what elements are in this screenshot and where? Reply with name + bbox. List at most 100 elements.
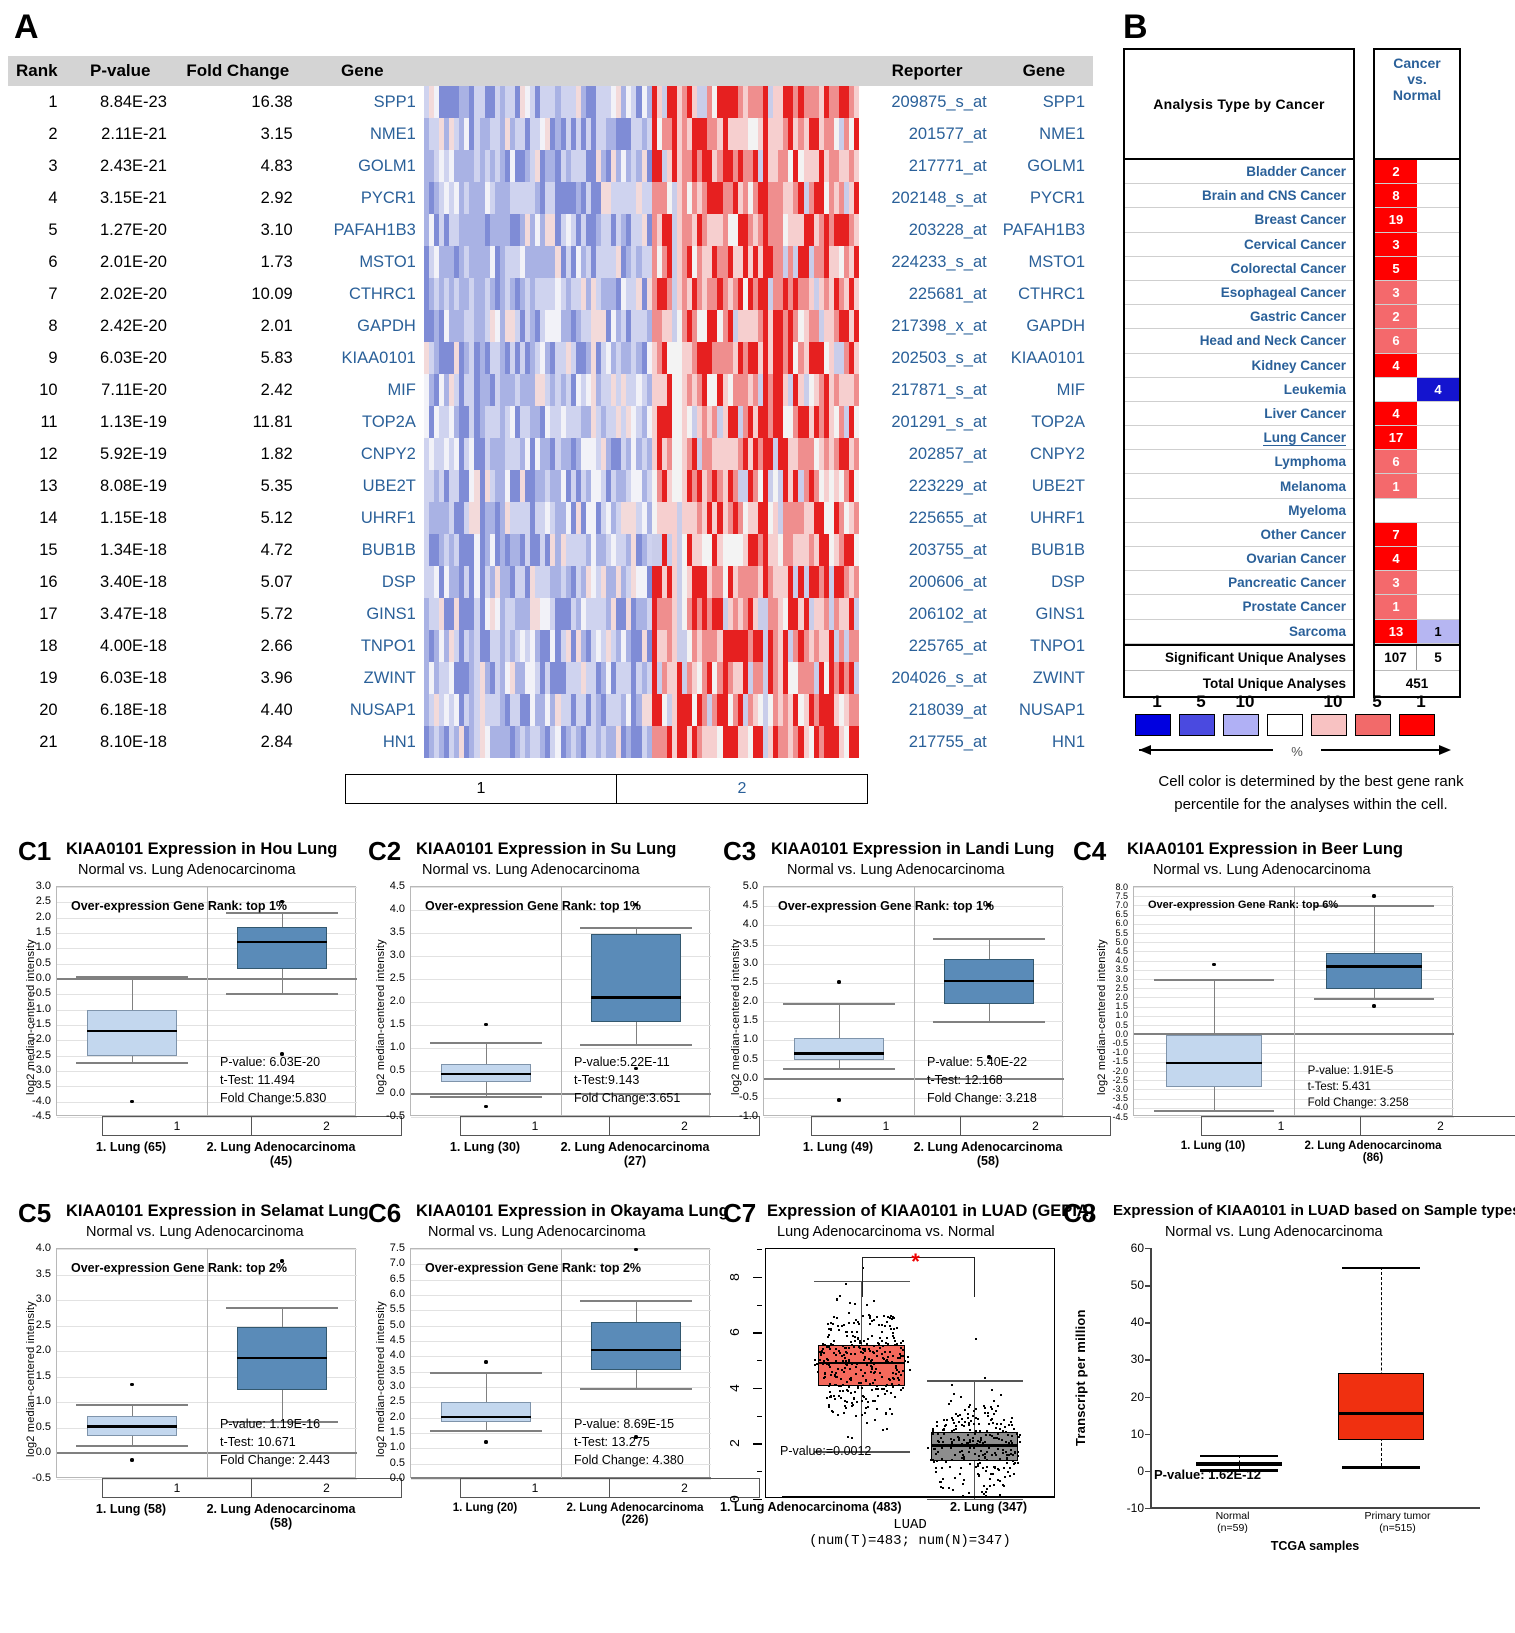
over-expression-cell[interactable]: 6 [1375, 329, 1417, 353]
over-expression-cell[interactable]: 3 [1375, 571, 1417, 595]
over-expression-cell[interactable]: 19 [1375, 208, 1417, 232]
svg-text:%: % [1291, 744, 1303, 759]
cancer-type-row[interactable]: Liver Cancer [1125, 402, 1353, 427]
jitter-point [898, 1370, 901, 1373]
cell-gene-right: MIF [1056, 380, 1085, 399]
under-expression-cell[interactable] [1417, 474, 1459, 497]
cancer-type-row[interactable]: Gastric Cancer [1125, 305, 1353, 330]
cancer-type-row[interactable]: Other Cancer [1125, 523, 1353, 547]
under-expression-cell[interactable] [1417, 184, 1459, 207]
x-group-1: 1 [461, 1117, 610, 1135]
over-expression-cell[interactable] [1375, 378, 1417, 401]
cancer-type-row[interactable]: Prostate Cancer [1125, 595, 1353, 620]
over-expression-cell[interactable]: 5 [1375, 256, 1417, 280]
under-expression-cell[interactable] [1417, 499, 1459, 522]
under-expression-cell[interactable] [1417, 354, 1459, 377]
under-expression-cell[interactable] [1417, 523, 1459, 546]
cell-fold-change: 4.83 [260, 156, 293, 175]
cancer-type-row[interactable]: Myeloma [1125, 499, 1353, 523]
y-tick-label: -1.5 [32, 1018, 51, 1030]
under-expression-cell[interactable] [1417, 329, 1459, 352]
over-expression-cell[interactable]: 4 [1375, 353, 1417, 377]
y-tick-label: -1.0 [32, 1002, 51, 1015]
under-expression-cell[interactable] [1417, 547, 1459, 570]
under-expression-cell[interactable] [1417, 595, 1459, 618]
jitter-point [854, 1414, 857, 1417]
under-expression-cell[interactable] [1417, 281, 1459, 304]
over-expression-cell[interactable]: 7 [1375, 522, 1417, 546]
jitter-point [842, 1411, 845, 1414]
under-expression-cell[interactable]: 1 [1417, 619, 1459, 643]
under-expression-cell[interactable] [1417, 402, 1459, 425]
jitter-point [841, 1389, 844, 1392]
y-tick-mark [753, 1443, 762, 1445]
cell-gene: MSTO1 [359, 252, 416, 271]
over-expression-cell[interactable]: 17 [1375, 426, 1417, 450]
cell-rank: 3 [48, 156, 58, 175]
cancer-type-row[interactable]: Kidney Cancer [1125, 354, 1353, 378]
jitter-point [994, 1453, 997, 1456]
cell-gene: DSP [381, 572, 416, 591]
jitter-point [845, 1335, 848, 1338]
cancer-type-row[interactable]: Pancreatic Cancer [1125, 571, 1353, 596]
under-expression-cell[interactable]: 4 [1417, 377, 1459, 401]
under-expression-cell[interactable] [1417, 450, 1459, 473]
jitter-point [879, 1336, 882, 1339]
over-expression-cell[interactable]: 1 [1375, 595, 1417, 619]
cell-gene-right: CNPY2 [1029, 444, 1085, 463]
jitter-point [840, 1355, 843, 1358]
cancer-type-row[interactable]: Lymphoma [1125, 450, 1353, 475]
under-expression-cell[interactable] [1417, 257, 1459, 280]
plot-area: log2 median-centered intensity 4.5 4.0 3.5 3… [375, 880, 711, 1122]
jitter-point [991, 1422, 994, 1425]
under-expression-cell[interactable] [1417, 571, 1459, 594]
jitter-point [990, 1408, 993, 1411]
over-expression-cell[interactable]: 2 [1375, 305, 1417, 329]
over-expression-cell[interactable]: 2 [1375, 160, 1417, 184]
under-expression-cell[interactable] [1417, 208, 1459, 231]
under-expression-cell[interactable] [1417, 426, 1459, 449]
y-tick-label: 0.5 [389, 1064, 405, 1076]
cancer-type-row[interactable]: Brain and CNS Cancer [1125, 184, 1353, 209]
jitter-point [1019, 1441, 1022, 1444]
box-tumor [237, 927, 327, 969]
y-tick-label: 1.0 [389, 1441, 405, 1454]
over-expression-cell[interactable]: 3 [1375, 232, 1417, 256]
under-expression-cell[interactable] [1417, 305, 1459, 328]
cancer-type-row[interactable]: Leukemia [1125, 378, 1353, 402]
jitter-point [908, 1368, 911, 1371]
cancer-type-row[interactable]: Esophageal Cancer [1125, 281, 1353, 306]
cancer-type-row[interactable]: Bladder Cancer [1125, 160, 1353, 185]
cancer-type-row[interactable]: Cervical Cancer [1125, 233, 1353, 257]
over-expression-cell[interactable]: 13 [1375, 619, 1417, 643]
jitter-point [936, 1432, 939, 1435]
cancer-type-row[interactable]: Head and Neck Cancer [1125, 329, 1353, 354]
jitter-point [974, 1430, 977, 1433]
under-expression-cell[interactable] [1417, 160, 1459, 183]
x-axis-labels: 1. Lung (58) 2. Lung Adenocarcinoma (58) [56, 1502, 356, 1530]
x-axis-label: 2. Lung Adenocarcinoma (226) [566, 1502, 704, 1526]
heatmap-cell [854, 694, 860, 726]
cancer-type-row[interactable]: Colorectal Cancer [1125, 257, 1353, 281]
over-expression-cell[interactable]: 6 [1375, 450, 1417, 474]
over-expression-cell[interactable]: 3 [1375, 280, 1417, 305]
over-expression-cell[interactable]: 8 [1375, 184, 1417, 208]
jitter-point [892, 1328, 895, 1331]
y-tick-label: 2.0 [35, 1344, 51, 1357]
cancer-type-row[interactable]: Ovarian Cancer [1125, 547, 1353, 572]
jitter-point [998, 1458, 1001, 1461]
cancer-type-row[interactable]: Sarcoma [1125, 620, 1353, 644]
over-expression-cell[interactable]: 1 [1375, 474, 1417, 498]
chart-header: C6 KIAA0101 Expression in Okayama Lung Nor… [360, 1198, 729, 1248]
over-expression-cell[interactable]: 4 [1375, 401, 1417, 426]
jitter-point [835, 1298, 838, 1301]
jitter-point [973, 1422, 976, 1425]
jitter-point [957, 1436, 960, 1439]
over-expression-cell[interactable] [1375, 499, 1417, 522]
cancer-type-row[interactable]: Breast Cancer [1125, 208, 1353, 233]
cancer-type-row[interactable]: Lung Cancer [1125, 426, 1353, 451]
under-expression-cell[interactable] [1417, 233, 1459, 256]
cancer-type-row[interactable]: Melanoma [1125, 474, 1353, 499]
cell-gene: SPP1 [373, 92, 416, 111]
over-expression-cell[interactable]: 4 [1375, 547, 1417, 571]
